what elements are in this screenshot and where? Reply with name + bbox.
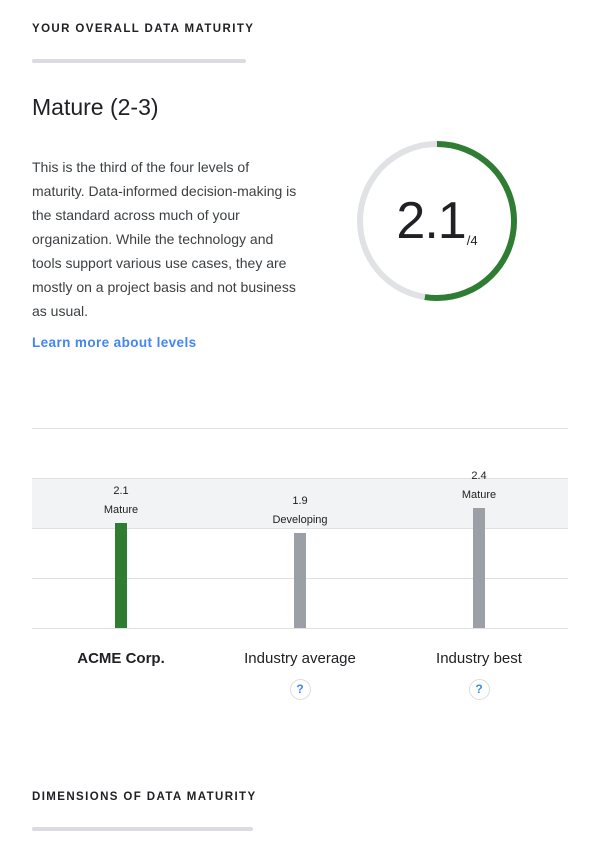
gauge-score-value: 2.1 [396,192,466,250]
chart-category-label-0: ACME Corp. [77,650,165,667]
learn-more-link[interactable]: Learn more about levels [32,335,197,350]
chart-category-label-1: Industry average [244,650,356,667]
chart-value-label-2: 2.4 [471,470,486,482]
gauge-score-display: 2.1 /4 [352,136,522,306]
chart-level-band-0 [32,478,568,528]
chart-bar-2 [473,508,485,628]
chart-bar-0 [115,523,127,628]
overall-maturity-heading: YOUR OVERALL DATA MATURITY [32,23,255,35]
benchmark-bar-chart: 2.1 Mature 1.9 Developing 2.4 Mature [32,470,568,629]
chart-value-label-1: 1.9 [292,495,307,507]
chart-level-label-1: Developing [272,514,327,526]
chart-level-label-0: Mature [104,504,138,516]
gauge-score-max: /4 [466,233,478,248]
help-icon[interactable]: ? [289,679,311,700]
dimensions-heading-underline [32,827,253,831]
chart-value-label-0: 2.1 [113,485,128,497]
section-divider [32,428,568,429]
overall-heading-underline [32,59,246,63]
chart-category-label-2: Industry best [436,650,522,667]
maturity-level-description: This is the third of the four levels of … [32,159,297,319]
chart-level-label-2: Mature [462,489,496,501]
dimensions-heading: DIMENSIONS OF DATA MATURITY [32,791,257,803]
help-icon[interactable]: ? [468,679,490,700]
maturity-level-title: Mature (2-3) [32,94,159,120]
chart-bar-1 [294,533,306,628]
